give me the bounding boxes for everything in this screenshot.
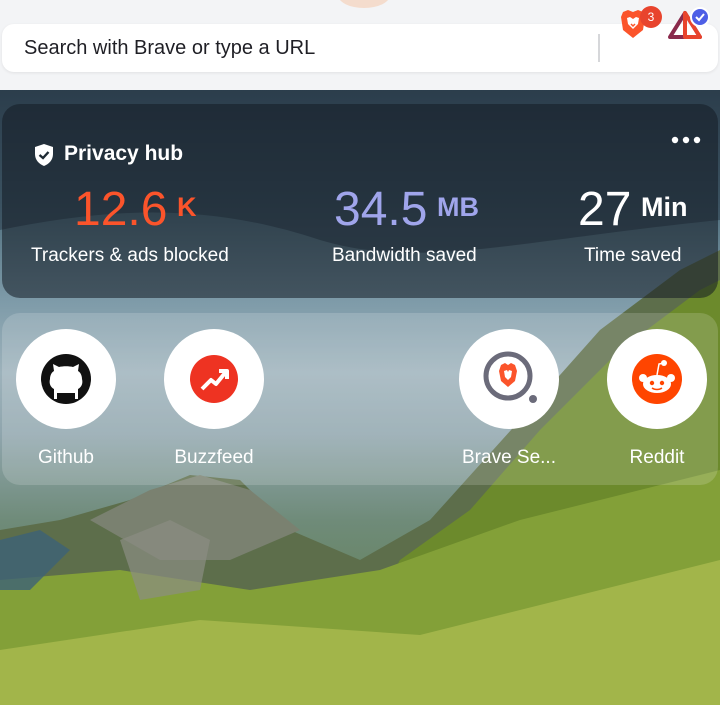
trackers-blocked-unit: K [177,192,197,222]
bandwidth-saved-label: Bandwidth saved [332,245,477,266]
top-site-brave-search[interactable] [459,329,559,429]
bandwidth-saved-value: 34.5 [334,183,428,236]
trackers-blocked-label: Trackers & ads blocked [31,245,229,266]
top-site-github[interactable] [16,329,116,429]
top-site-buzzfeed[interactable] [164,329,264,429]
shield-check-icon [35,144,53,166]
brave-search-icon [483,351,537,403]
top-site-reddit[interactable] [607,329,707,429]
url-bar-placeholder[interactable]: Search with Brave or type a URL [24,24,315,72]
time-saved-label: Time saved [584,245,682,266]
github-icon [41,354,91,404]
shields-count-badge: 3 [640,6,662,28]
time-saved-unit: Min [641,192,688,222]
privacy-hub-title: Privacy hub [64,142,184,165]
buzzfeed-icon [190,355,238,403]
url-bar-divider [598,34,600,62]
trackers-blocked-value: 12.6 [74,183,168,236]
url-bar[interactable]: Search with Brave or type a URL [2,24,718,72]
time-saved-value: 27 [578,183,632,236]
top-site-github-label[interactable]: Github [0,447,136,469]
top-site-brave-search-label[interactable]: Brave Se... [439,447,579,469]
bandwidth-saved-unit: MB [437,192,479,222]
verified-check-icon [690,7,710,27]
top-site-buzzfeed-label[interactable]: Buzzfeed [144,447,284,469]
top-site-reddit-label[interactable]: Reddit [587,447,720,469]
reddit-icon [632,354,682,404]
more-options-icon[interactable] [670,133,702,147]
